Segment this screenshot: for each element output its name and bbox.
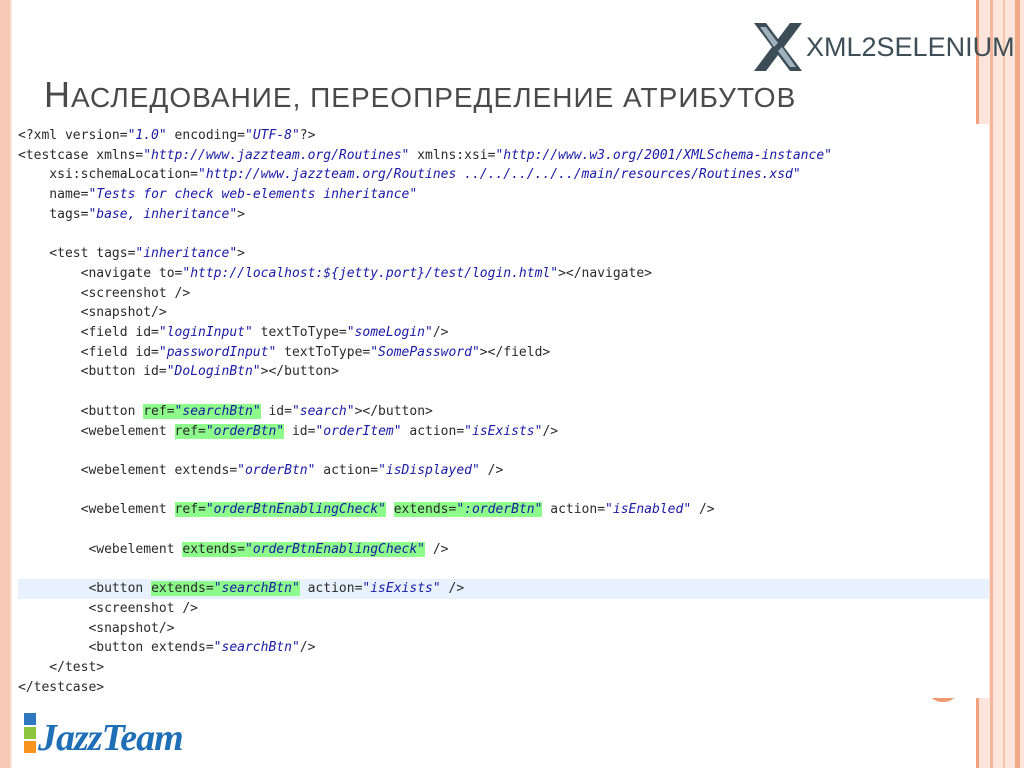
left-border-inner bbox=[10, 0, 12, 768]
highlighted-attribute: extends="searchBtn" bbox=[151, 581, 300, 597]
code-line: <testcase xmlns="http://www.jazzteam.org… bbox=[18, 147, 832, 163]
code-line: <navigate to="http://localhost:${jetty.p… bbox=[18, 265, 652, 281]
highlighted-attribute: ref="searchBtn" bbox=[143, 403, 261, 419]
code-line: <button extends="searchBtn" action="isEx… bbox=[18, 579, 989, 599]
code-line: <button id="DoLoginBtn"></button> bbox=[18, 364, 339, 380]
title-first-letter: Н bbox=[44, 74, 71, 115]
left-border bbox=[0, 0, 10, 768]
logo-square bbox=[24, 741, 36, 753]
code-line: <snapshot/> bbox=[18, 305, 167, 321]
code-line: <button ref="searchBtn" id="search"></bu… bbox=[18, 403, 433, 419]
right-border-stripe bbox=[990, 0, 993, 768]
code-line: <button extends="searchBtn"/> bbox=[18, 640, 316, 656]
logo-text: XML2SELENIUM bbox=[806, 31, 1015, 62]
code-line: <field id="passwordInput" textToType="So… bbox=[18, 344, 551, 360]
code-line: </test> bbox=[18, 659, 105, 675]
code-line: <?xml version="1.0" encoding="UTF-8"?> bbox=[18, 128, 316, 143]
jazzteam-logo: JazzTeam bbox=[24, 711, 190, 768]
code-screenshot: <?xml version="1.0" encoding="UTF-8"?> <t… bbox=[18, 124, 989, 698]
jazzteam-logo-text: JazzTeam bbox=[38, 717, 184, 759]
title-rest: АСЛЕДОВАНИЕ, ПЕРЕОПРЕДЕЛЕНИЕ АТРИБУТОВ bbox=[71, 82, 797, 113]
code-line: name="Tests for check web-elements inher… bbox=[18, 187, 418, 203]
logo-square bbox=[24, 713, 36, 725]
logo-square bbox=[24, 727, 36, 739]
code-line: <test tags="inheritance"> bbox=[18, 246, 245, 262]
code-line: <webelement extends="orderBtn" action="i… bbox=[18, 462, 504, 478]
xml2selenium-x-icon bbox=[754, 23, 802, 71]
highlighted-attribute: ref="orderBtn" bbox=[174, 423, 285, 439]
code-line: </testcase> bbox=[18, 679, 105, 695]
right-border-stripe bbox=[1003, 0, 1005, 768]
code-line: tags="base, inheritance"> bbox=[18, 206, 245, 222]
page-title: НАСЛЕДОВАНИЕ, ПЕРЕОПРЕДЕЛЕНИЕ АТРИБУТОВ bbox=[44, 74, 796, 116]
highlighted-attribute: extends=":orderBtn" bbox=[393, 502, 543, 518]
code-line: <webelement ref="orderBtn" id="orderItem… bbox=[18, 423, 559, 439]
code-line: <field id="loginInput" textToType="someL… bbox=[18, 325, 449, 340]
code-line: <snapshot/> bbox=[18, 620, 175, 636]
right-border-stripe bbox=[1015, 0, 1020, 768]
xml2selenium-logo: XML2SELENIUM bbox=[752, 20, 1015, 74]
code-line: <webelement ref="orderBtnEnablingCheck" … bbox=[18, 502, 715, 518]
code-line: <webelement extends="orderBtnEnablingChe… bbox=[18, 541, 449, 557]
code-line: xsi:schemaLocation="http://www.jazzteam.… bbox=[18, 167, 801, 183]
code-line: <screenshot /> bbox=[18, 600, 199, 616]
highlighted-attribute: ref="orderBtnEnablingCheck" bbox=[174, 502, 386, 518]
highlighted-attribute: extends="orderBtnEnablingCheck" bbox=[182, 541, 426, 557]
code-line: <screenshot /> bbox=[18, 285, 191, 301]
